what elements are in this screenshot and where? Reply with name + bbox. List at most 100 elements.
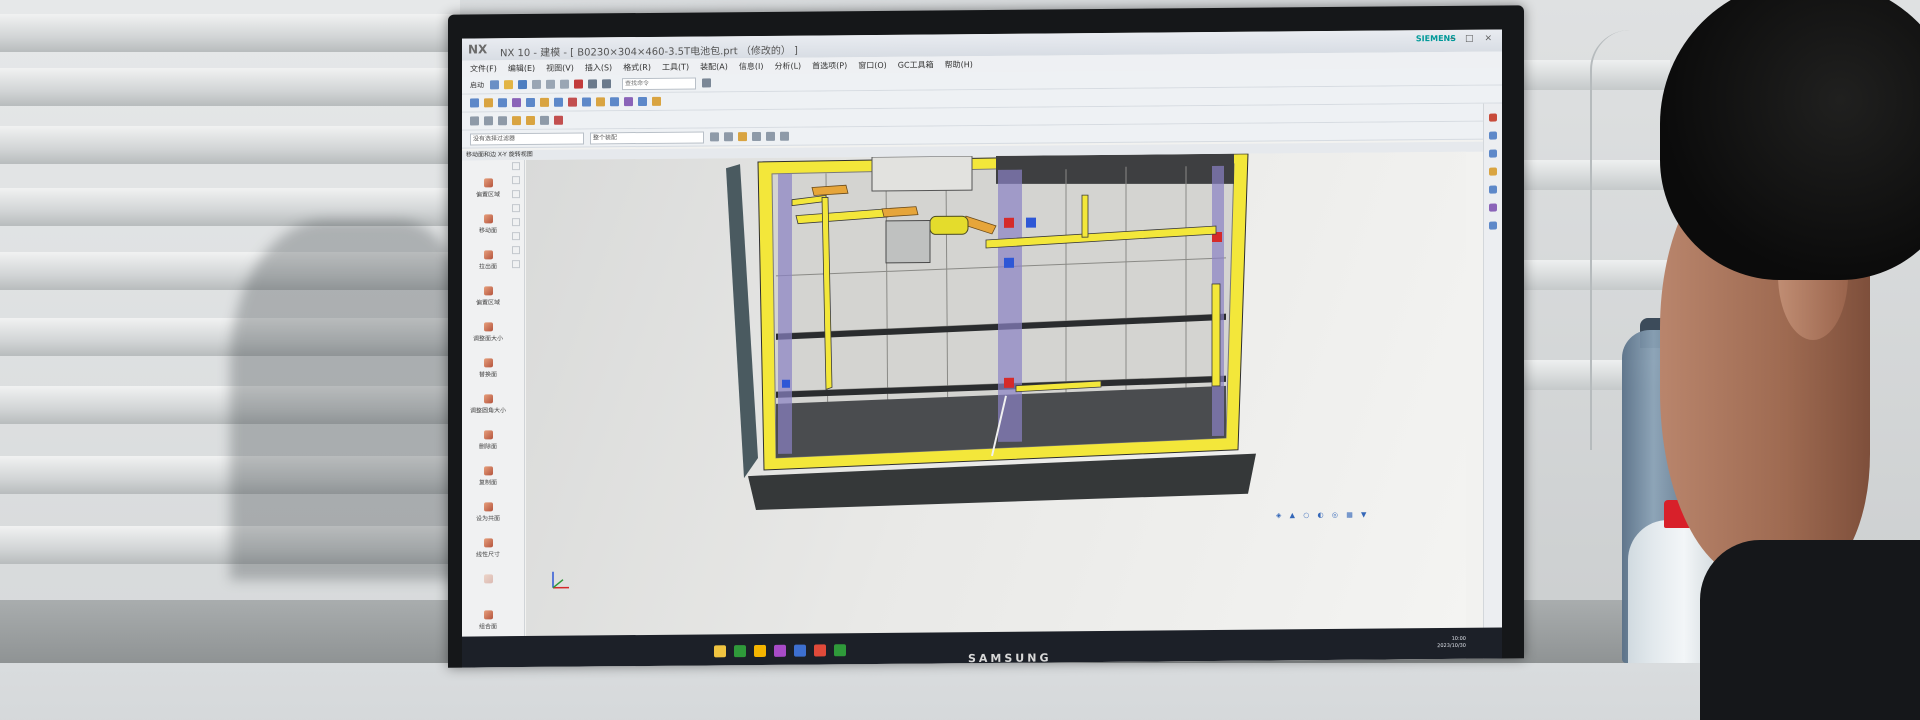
hole-icon[interactable] bbox=[512, 98, 521, 107]
mirror-icon[interactable] bbox=[596, 97, 605, 106]
resource-icon[interactable] bbox=[1489, 132, 1497, 140]
zoom-icon[interactable] bbox=[484, 116, 493, 125]
cmd-offset-region[interactable]: 偏置区域 bbox=[462, 178, 514, 198]
menu-analysis[interactable]: 分析(L) bbox=[774, 60, 801, 71]
open-icon[interactable] bbox=[504, 80, 513, 89]
cmd-copy-face[interactable]: 复制面 bbox=[462, 466, 514, 486]
delete-icon[interactable] bbox=[574, 80, 583, 89]
pan-icon[interactable] bbox=[498, 116, 507, 125]
fillet-tool-icon[interactable] bbox=[512, 246, 520, 254]
boolean-icon[interactable] bbox=[526, 98, 535, 107]
menu-gc-toolbox[interactable]: GC工具箱 bbox=[898, 59, 934, 70]
offset-region-icon bbox=[484, 286, 493, 295]
spline-tool-icon[interactable] bbox=[512, 204, 520, 212]
sketch-icon[interactable] bbox=[470, 98, 479, 107]
menu-tools[interactable]: 工具(T) bbox=[662, 61, 689, 72]
command-search-input[interactable]: 查找命令 bbox=[622, 77, 696, 90]
cmd-resize-face[interactable]: 调整面大小 bbox=[462, 322, 514, 342]
wireframe-icon[interactable] bbox=[540, 116, 549, 125]
window-controls[interactable]: – □ × bbox=[1450, 34, 1496, 44]
paste-icon[interactable] bbox=[560, 80, 569, 89]
cmd-resize-blend[interactable]: 调整圆角大小 bbox=[462, 394, 514, 414]
midpoint-icon[interactable] bbox=[766, 132, 775, 141]
extrude-icon[interactable] bbox=[484, 98, 493, 107]
trim-icon[interactable] bbox=[610, 97, 619, 106]
cut-icon[interactable] bbox=[532, 80, 541, 89]
select-all-icon[interactable] bbox=[710, 132, 719, 141]
blend-icon[interactable] bbox=[540, 98, 549, 107]
arc-tool-icon[interactable] bbox=[512, 176, 520, 184]
resource-icon[interactable] bbox=[1489, 150, 1497, 158]
cmd-replace-face[interactable]: 替换面 bbox=[462, 358, 514, 378]
snap-point-icon[interactable] bbox=[738, 132, 747, 141]
resource-icon[interactable] bbox=[1489, 222, 1497, 230]
cmd-linear-dimension[interactable]: 线性尺寸 bbox=[462, 538, 514, 558]
graphics-window[interactable]: ◈ ▲ ○ ◐ ◎ ▦ ▼ bbox=[526, 152, 1466, 667]
person bbox=[1660, 0, 1920, 700]
menu-assembly[interactable]: 装配(A) bbox=[700, 61, 728, 72]
snap-toolbar[interactable]: ◈ ▲ ○ ◐ ◎ ▦ ▼ bbox=[1276, 511, 1369, 520]
cmd-pull-face[interactable]: 拉出面 bbox=[462, 250, 514, 270]
cmd-move-face[interactable]: 移动面 bbox=[462, 214, 514, 234]
menu-edit[interactable]: 编辑(E) bbox=[508, 62, 535, 73]
cmd-disabled[interactable] bbox=[462, 574, 514, 585]
menu-insert[interactable]: 插入(S) bbox=[585, 62, 612, 73]
resource-icon[interactable] bbox=[1489, 114, 1497, 122]
menu-window[interactable]: 窗口(O) bbox=[858, 59, 887, 70]
assembly-scope-select[interactable]: 整个装配 bbox=[590, 131, 704, 144]
menu-info[interactable]: 信息(I) bbox=[739, 60, 764, 71]
undo-icon[interactable] bbox=[588, 79, 597, 88]
app-icon[interactable] bbox=[834, 644, 846, 656]
clock-date: 2023/10/30 bbox=[1437, 643, 1466, 650]
wps-icon[interactable] bbox=[814, 644, 826, 656]
folder-icon[interactable] bbox=[714, 645, 726, 657]
circle-tool-icon[interactable] bbox=[512, 190, 520, 198]
center-icon[interactable] bbox=[780, 132, 789, 141]
line-tool-icon[interactable] bbox=[512, 162, 520, 170]
blind-slat bbox=[0, 126, 460, 164]
app-icon[interactable] bbox=[774, 645, 786, 657]
system-clock: 10:00 2023/10/30 bbox=[1437, 636, 1466, 650]
deselect-icon[interactable] bbox=[724, 132, 733, 141]
new-icon[interactable] bbox=[490, 80, 499, 89]
shaded-icon[interactable] bbox=[526, 116, 535, 125]
section-icon[interactable] bbox=[652, 97, 661, 106]
shell-icon[interactable] bbox=[568, 98, 577, 107]
point-icon[interactable] bbox=[752, 132, 761, 141]
start-menu[interactable]: 启动 bbox=[470, 80, 484, 90]
measure-icon[interactable] bbox=[638, 97, 647, 106]
offset-icon[interactable] bbox=[624, 97, 633, 106]
trim-tool-icon[interactable] bbox=[512, 260, 520, 268]
save-icon[interactable] bbox=[518, 80, 527, 89]
rotate-icon[interactable] bbox=[512, 116, 521, 125]
menu-format[interactable]: 格式(R) bbox=[623, 61, 651, 72]
copy-icon[interactable] bbox=[546, 80, 555, 89]
polygon-tool-icon[interactable] bbox=[512, 232, 520, 240]
menu-view[interactable]: 视图(V) bbox=[546, 62, 574, 73]
redo-icon[interactable] bbox=[602, 79, 611, 88]
browser-icon[interactable] bbox=[734, 645, 746, 657]
resource-icon[interactable] bbox=[1489, 204, 1497, 212]
revolve-icon[interactable] bbox=[498, 98, 507, 107]
type-filter-select[interactable]: 没有选择过滤器 bbox=[470, 132, 584, 145]
cmd-delete-face[interactable]: 删除面 bbox=[462, 430, 514, 450]
rect-tool-icon[interactable] bbox=[512, 218, 520, 226]
cmd-make-coplanar[interactable]: 设为共面 bbox=[462, 502, 514, 522]
search-icon[interactable] bbox=[702, 78, 711, 87]
resource-icon[interactable] bbox=[1489, 186, 1497, 194]
cmd-combine-face[interactable]: 组合面 bbox=[462, 610, 514, 630]
copy-face-icon bbox=[484, 466, 493, 475]
fit-view-icon[interactable] bbox=[470, 116, 479, 125]
window-blinds bbox=[0, 0, 460, 663]
resource-icon[interactable] bbox=[1489, 168, 1497, 176]
chair-shadow bbox=[230, 220, 460, 580]
chamfer-icon[interactable] bbox=[554, 98, 563, 107]
app-icon[interactable] bbox=[794, 645, 806, 657]
menu-file[interactable]: 文件(F) bbox=[470, 63, 497, 74]
pattern-icon[interactable] bbox=[582, 97, 591, 106]
app-icon[interactable] bbox=[754, 645, 766, 657]
menu-preferences[interactable]: 首选项(P) bbox=[812, 60, 847, 71]
menu-help[interactable]: 帮助(H) bbox=[945, 59, 973, 70]
snap-icon[interactable] bbox=[554, 116, 563, 125]
cmd-offset-region-2[interactable]: 偏置区域 bbox=[462, 286, 514, 306]
